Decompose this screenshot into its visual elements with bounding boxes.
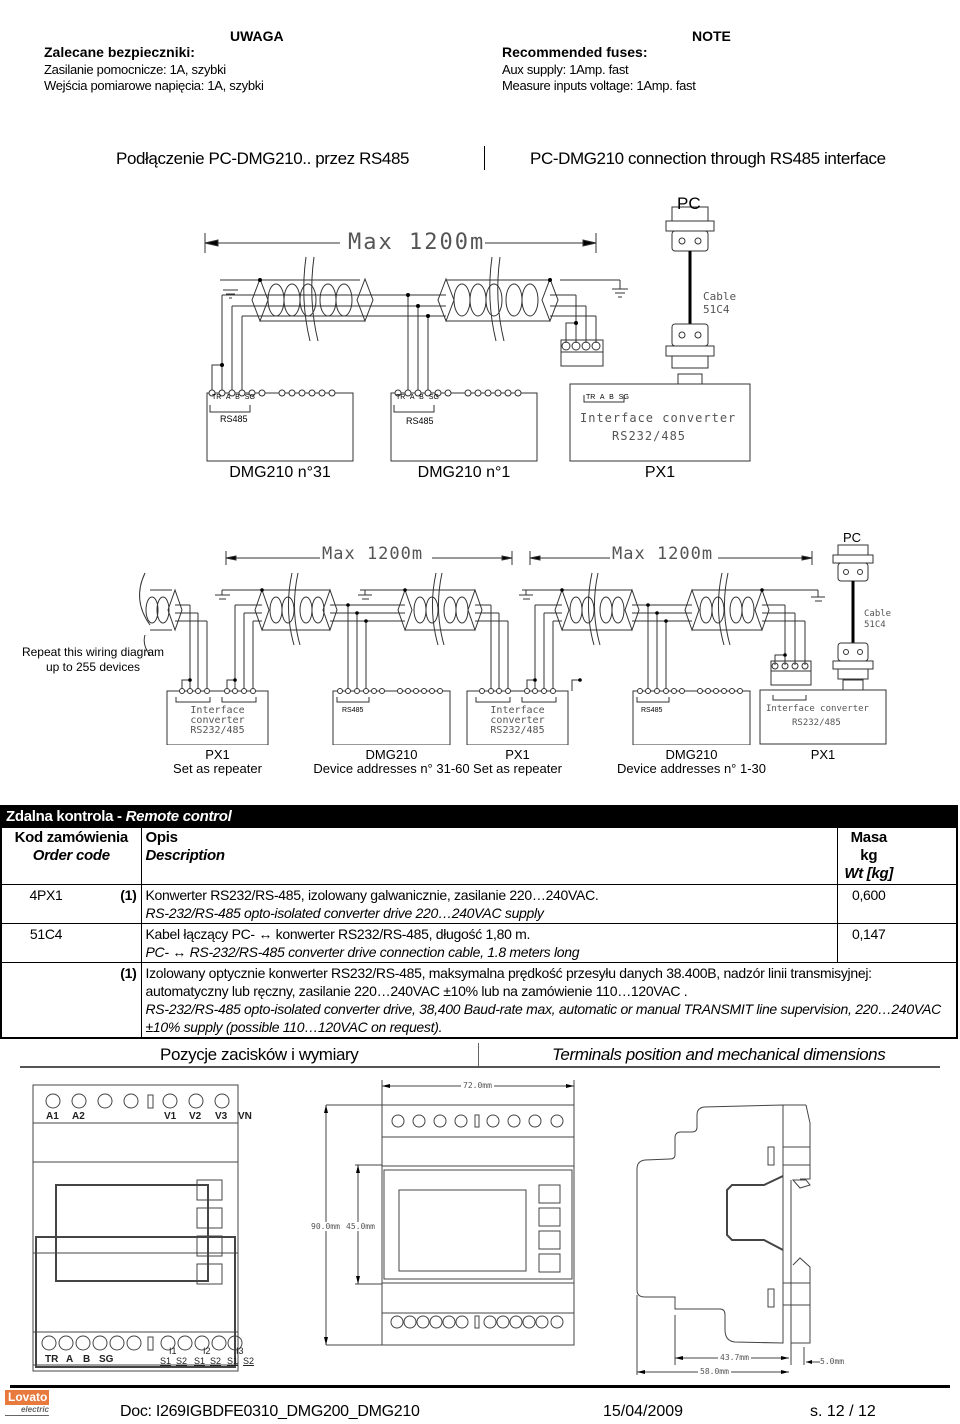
- table-footnote-row: (1) Izolowany optycznie konwerter RS232/…: [0, 962, 958, 1039]
- rs485-label-b: RS485: [641, 707, 663, 714]
- dmg210-n31-box: [206, 392, 354, 462]
- doc-date: 15/04/2009: [603, 1403, 684, 1420]
- max-1200m-label: Max 1200m: [348, 230, 486, 255]
- depth-58-dimension: 58.0mm: [698, 1367, 731, 1376]
- px1-final-box: [759, 689, 887, 745]
- section1-title-en: PC-DMG210 connection through RS485 inter…: [530, 149, 886, 168]
- table-header-row: Kod zamówienia Order code Opis Description…: [0, 827, 958, 885]
- twisted-cable-2c: [554, 572, 640, 646]
- device-label-dmg31: DMG210 n°31: [229, 464, 331, 481]
- table-title-row: Zdalna kontrola - Remote control: [0, 805, 958, 828]
- section2-title-pl: Pozycje zacisków i wymiary: [160, 1045, 359, 1064]
- terminal-labels-px1: TR A B SG: [586, 394, 629, 401]
- twisted-cable-2b: [397, 572, 483, 646]
- cable-label-2: Cable 51C4: [864, 609, 892, 630]
- converter-label-1: Interface converter: [580, 411, 737, 425]
- cable-label: Cable 51C4: [703, 290, 737, 316]
- converter-label-2: RS232/485: [612, 429, 687, 443]
- note-line-pl-2: Wejścia pomiarowe napięcia: 1A, szybki: [44, 78, 264, 93]
- table-row: 4PX1 (1) Konwerter RS232/RS-485, izolowan…: [0, 884, 958, 924]
- db9-connector-pc-icon: [832, 544, 874, 582]
- dmg210-n1-box: [390, 392, 538, 462]
- ground-icon-right: [560, 279, 628, 298]
- width-dimension: 72.0mm: [461, 1081, 494, 1090]
- dimension-drawings: [32, 1080, 820, 1375]
- front-view-dimensions: [325, 1080, 575, 1346]
- converter-label-final-1: Interface converter: [766, 704, 869, 714]
- device-label-px1-repeater-1: PX1 Set as repeater: [173, 747, 262, 776]
- device-label-dmg210-1-30: DMG210 Device addresses n° 1-30: [617, 747, 766, 776]
- twisted-cable-2: [437, 256, 559, 342]
- device-label-px1: PX1: [644, 464, 676, 481]
- db9-connector-px1-icon: [665, 323, 715, 385]
- note-heading-en: Recommended fuses:: [502, 44, 648, 60]
- section2-title-en: Terminals position and mechanical dimens…: [552, 1045, 886, 1064]
- ground-icon: [215, 589, 262, 600]
- converter-label-repeater-1: Interface converter RS232/485: [190, 705, 245, 736]
- note-line-en-1: Aux supply: 1Amp. fast: [502, 62, 629, 77]
- twisted-cable-1: [251, 256, 374, 342]
- terminal-labels-dmg31: TR A B SG: [212, 394, 255, 401]
- ground-icon: [519, 589, 562, 600]
- dmg210-31-60-box: [332, 690, 451, 745]
- twisted-cable-2a: [254, 572, 338, 646]
- front-view-terminals: [32, 1084, 243, 1372]
- device-label-px1-repeater-2: PX1 Set as repeater: [473, 747, 562, 776]
- rs485-label-dmg31: RS485: [220, 414, 248, 424]
- front-height-dimension: 45.0mm: [346, 1222, 375, 1231]
- repeat-note: Repeat this wiring diagram up to 255 dev…: [21, 645, 165, 674]
- note-title-en: NOTE: [692, 28, 731, 44]
- device-label-dmg1: DMG210 n°1: [417, 464, 511, 481]
- ground-icon: [762, 589, 825, 602]
- device-label-dmg210-31-60: DMG210 Device addresses n° 31-60: [313, 747, 470, 776]
- max-1200m-label-2: Max 1200m: [612, 544, 714, 564]
- note-heading-pl: Zalecane bezpieczniki:: [44, 44, 195, 60]
- pc-label: PC: [677, 194, 701, 213]
- terminal-block: [560, 339, 604, 367]
- note-title-pl: UWAGA: [230, 28, 284, 44]
- ground-icon: [358, 589, 405, 600]
- note-line-en-2: Measure inputs voltage: 1Amp. fast: [502, 78, 696, 93]
- section1-divider: [484, 146, 485, 170]
- db9-connector-px1-icon: [832, 642, 874, 691]
- device-label-px1-final: PX1: [810, 747, 836, 762]
- rail-dimension: 5.0mm: [820, 1357, 845, 1366]
- doc-id: Doc: I269IGBDFE0310_DMG200_DMG210: [120, 1403, 420, 1420]
- footer-rule: [10, 1385, 950, 1388]
- dmg210-1-30-box: [632, 690, 751, 745]
- terminal-labels-dmg1: TR A B SG: [396, 394, 439, 401]
- table-row: 51C4 Kabel łączący PC- ↔ konwerter RS232…: [0, 923, 958, 963]
- converter-label-final-2: RS232/485: [792, 718, 841, 728]
- section1-title-pl: Podłączenie PC-DMG210.. przez RS485: [116, 149, 410, 168]
- rs485-label-dmg1: RS485: [406, 416, 434, 426]
- twisted-cable-2d: [684, 572, 770, 646]
- height-dimension: 90.0mm: [311, 1222, 340, 1231]
- remote-control-table: Zdalna kontrola - Remote control Kod zam…: [0, 805, 958, 1039]
- note-line-pl-1: Zasilanie pomocnicze: 1A, szybki: [44, 62, 226, 77]
- converter-label-repeater-2: Interface converter RS232/485: [490, 705, 545, 736]
- rs485-label-a: RS485: [342, 707, 364, 714]
- max-1200m-label-1: Max 1200m: [322, 544, 424, 564]
- side-view: [636, 1104, 820, 1375]
- section2-rule: [20, 1066, 940, 1068]
- pc-label-2: PC: [843, 530, 862, 545]
- section2-divider: [478, 1043, 479, 1067]
- page-number: s. 12 / 12: [810, 1403, 876, 1420]
- depth-43-dimension: 43.7mm: [718, 1353, 751, 1362]
- lovato-logo: Lovato electric: [5, 1390, 49, 1420]
